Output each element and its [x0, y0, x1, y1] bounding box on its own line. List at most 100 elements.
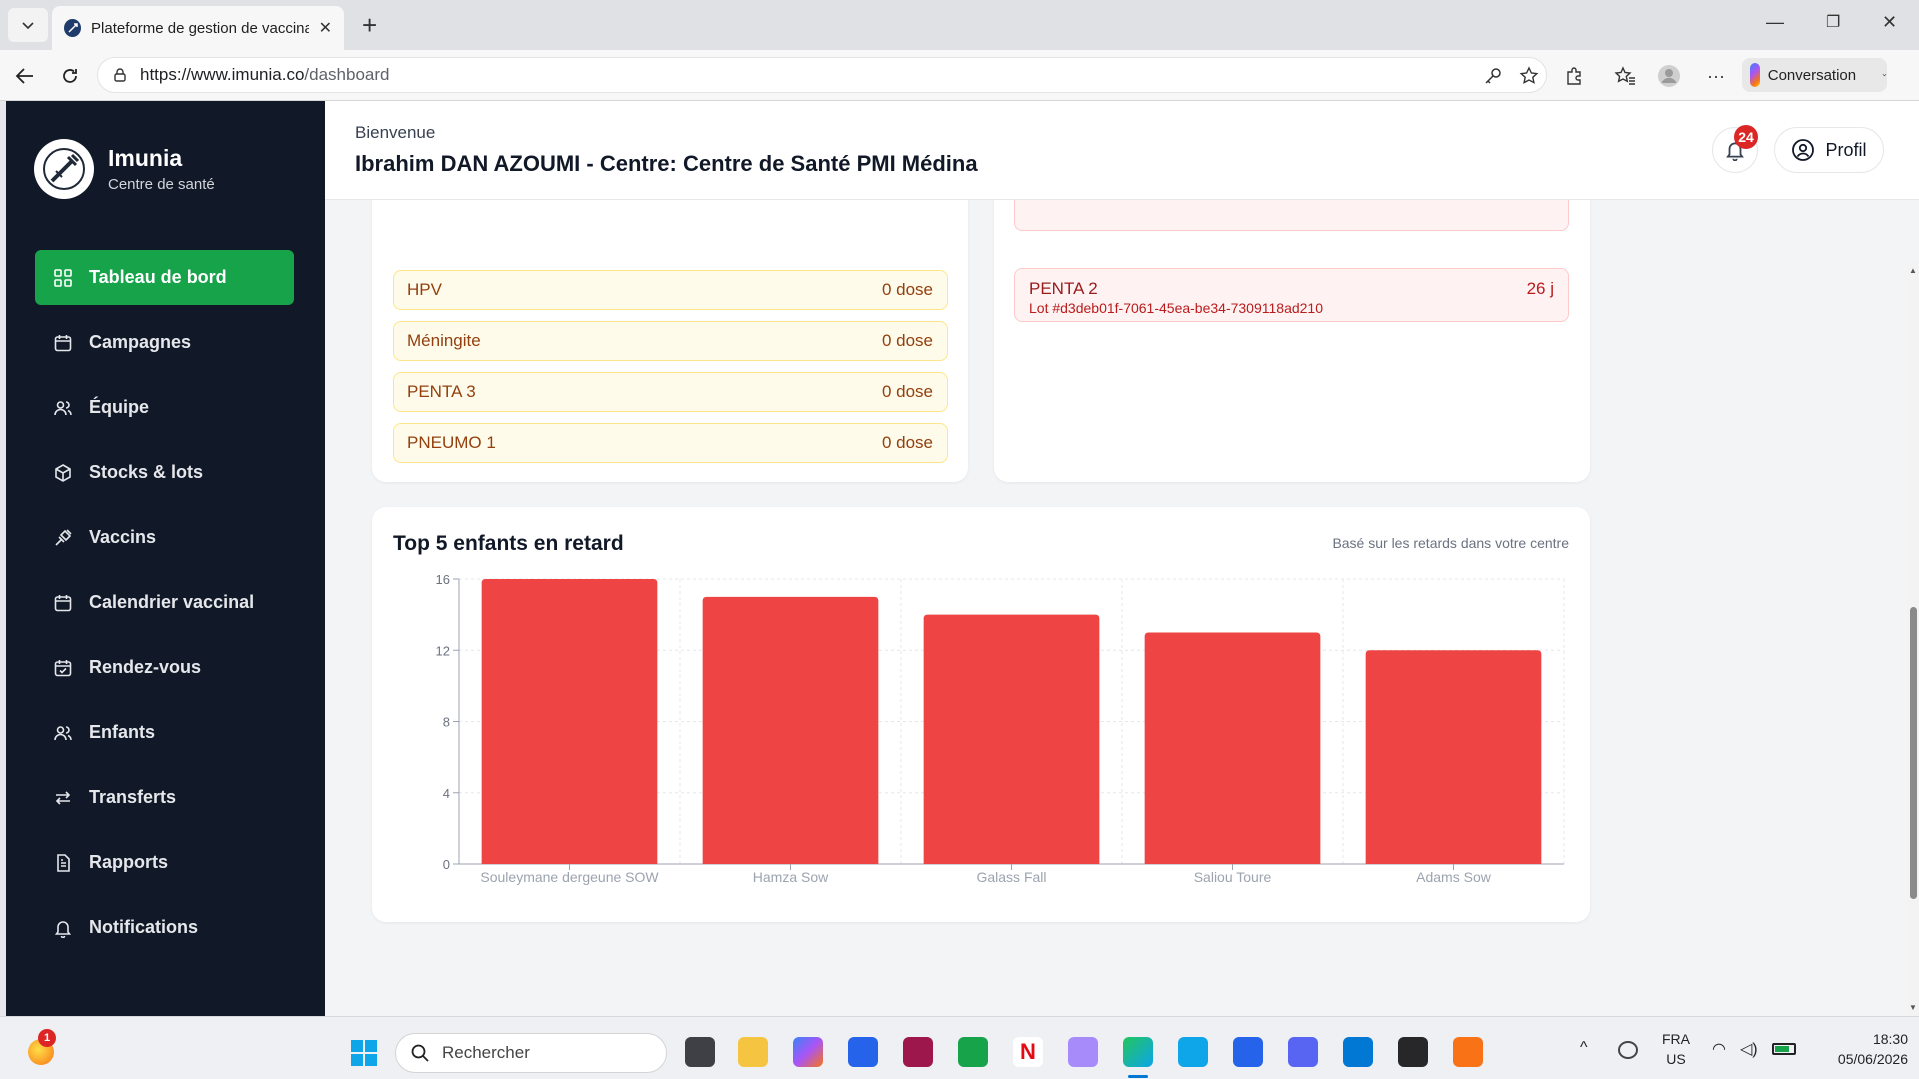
window-close-icon[interactable]: ✕ — [1882, 12, 1897, 33]
game-controller-icon[interactable] — [1068, 1037, 1098, 1067]
y-tick-label: 0 — [443, 857, 450, 872]
language-bottom[interactable]: US — [1660, 1051, 1692, 1067]
page-header: Bienvenue Ibrahim DAN AZOUMI - Centre: C… — [325, 101, 1919, 200]
users-icon — [54, 725, 72, 740]
sidebar-item-calendrier-vaccinal[interactable]: Calendrier vaccinal — [35, 575, 294, 630]
lot-number: Lot #d3deb01f-7061-45ea-be34-7309118ad21… — [1029, 300, 1324, 316]
grid-icon — [54, 268, 72, 287]
search-icon — [411, 1044, 429, 1062]
list-item: PENTA 3 0 dose — [393, 372, 948, 412]
favorites-icon[interactable] — [1613, 64, 1637, 88]
sidebar-item-rendez-vous[interactable]: Rendez-vous — [35, 640, 294, 695]
main-content: Bienvenue Ibrahim DAN AZOUMI - Centre: C… — [325, 101, 1919, 1016]
y-tick-label: 12 — [436, 643, 450, 658]
docker-icon[interactable] — [1178, 1037, 1208, 1067]
late-children-chart-card: Top 5 enfants en retard Basé sur les ret… — [372, 507, 1590, 922]
copilot-icon[interactable] — [793, 1037, 823, 1067]
favicon-icon — [64, 19, 82, 37]
sidebar-item-transferts[interactable]: Transferts — [35, 770, 294, 825]
y-tick-label: 4 — [443, 786, 450, 801]
scroll-up-icon[interactable]: ▲ — [1909, 266, 1917, 275]
address-bar[interactable]: https://www.imunia.co/dashboard — [97, 57, 1547, 93]
vaccine-name: PENTA 3 — [407, 382, 476, 401]
proton-icon[interactable] — [903, 1037, 933, 1067]
brand-subtitle: Centre de santé — [108, 176, 215, 193]
star-icon[interactable] — [1517, 64, 1541, 88]
tab-actions-button[interactable] — [8, 8, 48, 42]
profile-label: Profil — [1825, 139, 1867, 160]
tab-title: Plateforme de gestion de vaccinati — [91, 19, 309, 37]
vaccine-name: PENTA 2 — [1029, 279, 1098, 298]
scroll-down-icon[interactable]: ▼ — [1909, 1003, 1917, 1012]
stock-quantity: 0 dose — [881, 382, 933, 401]
minimize-icon[interactable]: — — [1766, 12, 1784, 33]
refresh-button[interactable] — [56, 62, 84, 90]
sidebar-item-campagnes[interactable]: Campagnes — [35, 315, 294, 370]
y-tick-label: 16 — [436, 572, 450, 587]
key-icon[interactable] — [1481, 64, 1505, 88]
netflix-icon[interactable]: N — [1013, 1037, 1043, 1067]
windows-start-icon[interactable] — [350, 1039, 378, 1067]
brand-name: Imunia — [108, 145, 183, 171]
bar-chart: 0 4 8 12 16 Souleymane dergeune SOW Hamza Sow G… — [436, 572, 1565, 885]
chevron-down-icon — [22, 22, 34, 30]
chart-bar — [702, 596, 879, 864]
users-icon — [54, 400, 72, 415]
store-icon[interactable] — [848, 1037, 878, 1067]
logo-icon — [34, 139, 94, 199]
edge-icon[interactable] — [1123, 1037, 1153, 1067]
search-placeholder: Rechercher — [442, 1043, 530, 1062]
x-tick-label: Saliou Toure — [1194, 869, 1272, 885]
sidebar-item-tableau-de-bord[interactable]: Tableau de bord — [35, 250, 294, 305]
chart-bar — [1144, 632, 1321, 864]
close-icon[interactable]: ✕ — [319, 18, 332, 38]
avatar[interactable] — [1657, 64, 1681, 88]
taskbar-search[interactable]: Rechercher — [395, 1033, 667, 1073]
conversation-label: Conversation — [1767, 66, 1857, 84]
sidebar-item-enfants[interactable]: Enfants — [35, 705, 294, 760]
sidebar-item-rapports[interactable]: Rapports — [35, 835, 294, 890]
profile-button[interactable]: Profil — [1774, 127, 1884, 173]
sidebar-item-equipe[interactable]: Équipe — [35, 380, 294, 435]
browser-tab[interactable]: Plateforme de gestion de vaccinati ✕ — [52, 6, 344, 50]
volume-icon[interactable]: ◁) — [1740, 1039, 1758, 1059]
wifi-icon[interactable]: ◠ — [1712, 1039, 1726, 1059]
roblox-icon[interactable] — [1233, 1037, 1263, 1067]
chevron-up-icon[interactable]: ^ — [1580, 1039, 1588, 1057]
new-tab-button[interactable]: + — [362, 12, 377, 38]
xampp-icon[interactable] — [1453, 1037, 1483, 1067]
more-icon[interactable]: ··· — [1704, 64, 1728, 88]
sidebar-item-notifications[interactable]: Notifications — [35, 900, 294, 955]
back-button[interactable] — [11, 62, 39, 90]
restore-icon[interactable]: ❐ — [1826, 12, 1840, 32]
language-top[interactable]: FRA — [1660, 1031, 1692, 1047]
sidebar-item-label: Rendez-vous — [89, 657, 202, 677]
dashboard-scroll-area[interactable]: HPV 0 dose Méningite 0 dose PENTA 3 0 do… — [325, 180, 1919, 1016]
file-explorer-icon[interactable] — [738, 1037, 768, 1067]
x-tick-label: Galass Fall — [976, 869, 1046, 885]
onedrive-icon[interactable] — [1618, 1041, 1638, 1059]
extensions-icon[interactable] — [1562, 64, 1586, 88]
sidebar-item-stocks-lots[interactable]: Stocks & lots — [35, 445, 294, 500]
stock-quantity: 0 dose — [881, 331, 933, 350]
discord-icon[interactable] — [1288, 1037, 1318, 1067]
refresh-icon — [63, 69, 77, 83]
vscode-icon[interactable] — [1343, 1037, 1373, 1067]
clock-date[interactable]: 05/06/2026 — [1808, 1051, 1908, 1067]
conversation-button[interactable]: Conversation — [1742, 58, 1887, 92]
calendar-check-icon — [54, 659, 72, 676]
stock-quantity: 0 dose — [881, 433, 933, 452]
sidebar-item-vaccins[interactable]: Vaccins — [35, 510, 294, 565]
y-tick-label: 8 — [443, 715, 450, 730]
browser-toolbar: https://www.imunia.co/dashboard ··· Conv… — [0, 50, 1919, 101]
battery-icon[interactable] — [1772, 1043, 1796, 1055]
vaccine-name: PNEUMO 1 — [407, 433, 496, 452]
scrollbar[interactable]: ▲ ▼ — [1907, 262, 1919, 1016]
xbox-icon[interactable] — [958, 1037, 988, 1067]
clock-time[interactable]: 18:30 — [1808, 1031, 1908, 1047]
sidebar-item-label: Transferts — [89, 787, 177, 807]
sidebar-item-label: Vaccins — [89, 527, 157, 547]
task-view-icon[interactable] — [685, 1037, 715, 1067]
scrollbar-thumb[interactable] — [1910, 607, 1917, 899]
terminal-icon[interactable] — [1398, 1037, 1428, 1067]
